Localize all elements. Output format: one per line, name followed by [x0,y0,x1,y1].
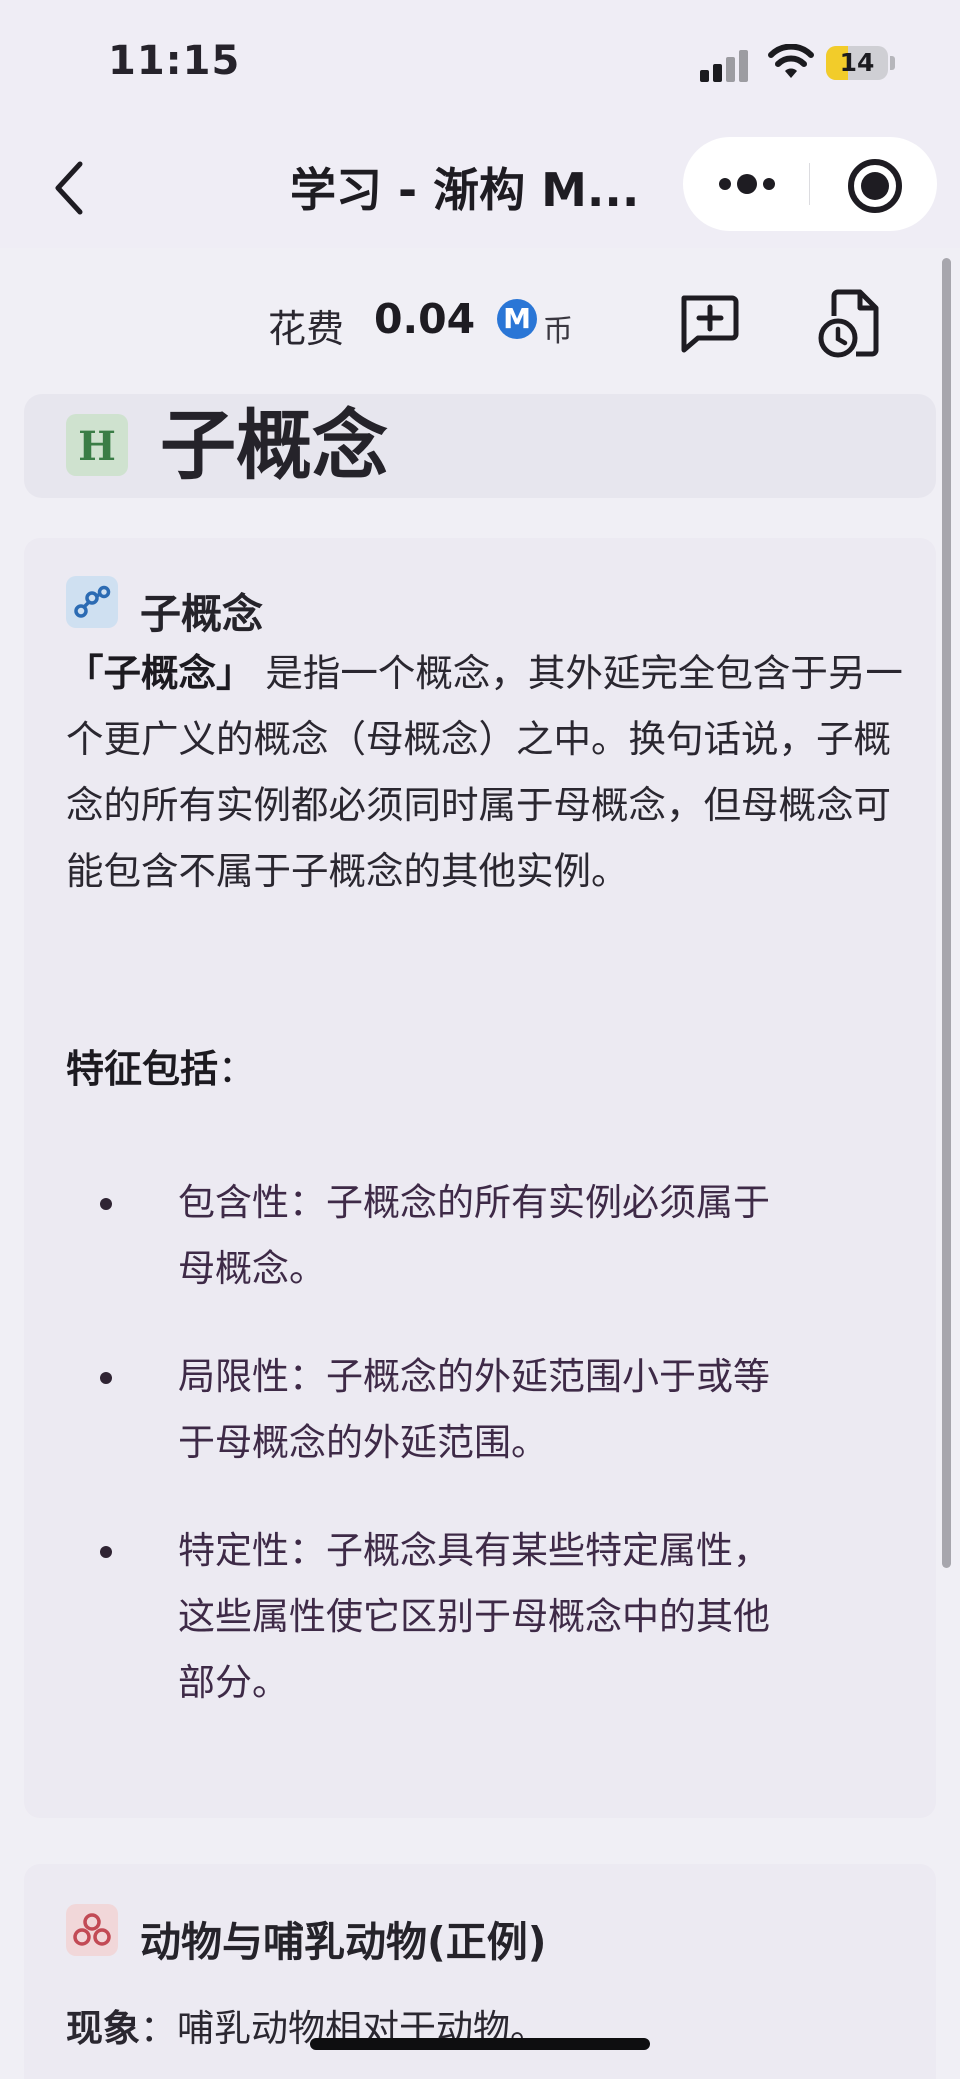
concept-term: 「子概念」 [66,651,254,695]
content-area[interactable]: 花费 0.04 M 币 H 子概念 子概念 「子概念」 是指一个概念，其外延完全… [0,248,960,2079]
coin-unit: 币 [543,314,573,349]
history-icon [818,289,879,358]
list-item: 包含性：子概念的所有实例必须属于母概念。 [66,1170,784,1302]
heading-badge: H [66,414,128,476]
wifi-icon [768,44,814,78]
list-item: 局限性：子概念的外延范围小于或等于母概念的外延范围。 [66,1344,784,1476]
features-heading: 特征包括： [66,1038,256,1093]
history-button[interactable] [816,288,882,360]
close-miniprogram-button[interactable] [810,137,937,231]
chevron-left-icon [55,161,83,215]
link-circles-icon [66,1904,118,1956]
features-heading-text: 特征包括 [66,1047,219,1091]
add-chat-icon [681,295,739,353]
phenomenon-text: 现象：哺乳动物相对于动物。 [66,1996,916,2062]
phenomenon-label: 现象 [66,2007,140,2050]
more-button[interactable] [683,137,809,231]
concept-definition: 「子概念」 是指一个概念，其外延完全包含于另一个更广义的概念（母概念）之中。换句… [66,640,916,904]
coin-icon: M [497,299,537,339]
back-button[interactable] [40,150,104,226]
nav-title: 学习 - 渐构 M... [290,163,640,217]
feature-list: 包含性：子概念的所有实例必须属于母概念。 局限性：子概念的外延范围小于或等于母概… [66,1170,896,1758]
nav-bar: 学习 - 渐构 M... [0,128,960,248]
cost-row: 花费 0.04 M 币 [0,248,960,396]
cost-value: 0.04 [374,295,476,343]
scrollbar[interactable] [942,258,951,1568]
mini-program-capsule [683,137,937,231]
status-bar: 11:15 14 [0,0,960,128]
concept-card: 子概念 「子概念」 是指一个概念，其外延完全包含于另一个更广义的概念（母概念）之… [24,538,936,1818]
list-item: 特定性：子概念具有某些特定属性，这些属性使它区别于母概念中的其他部分。 [66,1518,784,1716]
features-heading-colon: ： [218,1047,257,1091]
add-chat-button[interactable] [676,292,740,356]
cost-label: 花费 [268,307,345,351]
example-card-title: 动物与哺乳动物(正例) [140,1918,547,1966]
heading-badge-text: H [78,423,116,470]
cellular-signal-icon [700,50,752,82]
network-icon [66,576,118,628]
concept-card-title: 子概念 [140,590,263,638]
battery-level: 14 [839,48,875,77]
home-indicator[interactable] [310,2038,650,2050]
page-title: 子概念 [160,401,388,490]
status-time: 11:15 [108,38,241,84]
battery-icon: 14 [826,46,888,80]
title-banner: H 子概念 [24,394,936,498]
battery-cap [890,56,895,70]
